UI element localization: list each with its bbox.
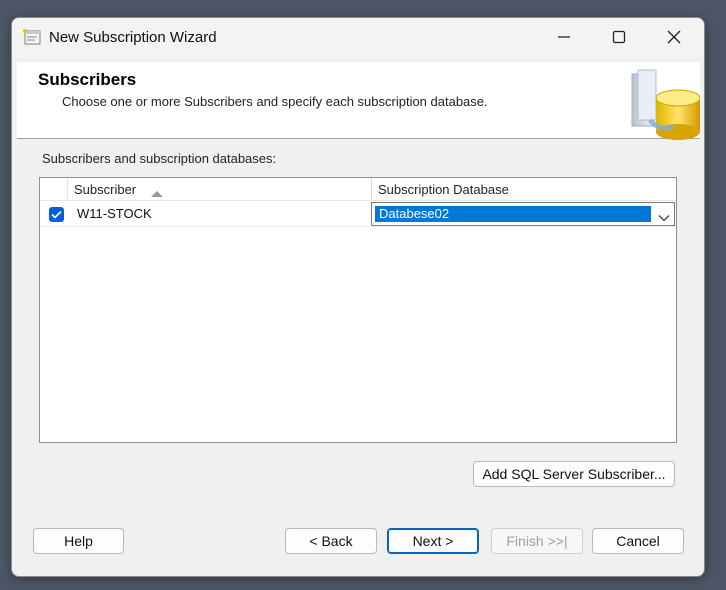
maximize-icon: [612, 30, 626, 44]
subscriber-checkbox[interactable]: [49, 207, 64, 222]
checkmark-icon: [51, 210, 62, 219]
next-button[interactable]: Next >: [387, 528, 479, 554]
cancel-button[interactable]: Cancel: [592, 528, 684, 554]
chevron-down-icon[interactable]: [658, 209, 670, 225]
page-subtitle: Choose one or more Subscribers and speci…: [62, 94, 488, 109]
window-title: New Subscription Wizard: [49, 29, 217, 46]
database-server-icon: [628, 68, 701, 140]
database-column-header[interactable]: Subscription Database: [372, 178, 676, 200]
back-button[interactable]: < Back: [285, 528, 377, 554]
minimize-icon: [558, 36, 570, 38]
page-title: Subscribers: [38, 70, 137, 89]
grid-header: Subscriber Subscription Database: [40, 178, 676, 201]
minimize-button[interactable]: [540, 18, 588, 56]
wizard-app-icon: [22, 28, 42, 46]
wizard-header: Subscribers Choose one or more Subscribe…: [17, 62, 701, 140]
wizard-window: New Subscription Wizard Subscribers Choo…: [11, 17, 705, 577]
sort-ascending-icon: [150, 185, 164, 201]
maximize-button[interactable]: [595, 18, 643, 56]
title-bar[interactable]: New Subscription Wizard: [12, 18, 704, 58]
finish-button[interactable]: Finish >>|: [491, 528, 583, 554]
help-button[interactable]: Help: [33, 528, 124, 554]
subscriber-column-header[interactable]: Subscriber: [67, 178, 372, 200]
subscriber-name: W11-STOCK: [77, 206, 152, 221]
table-row[interactable]: W11-STOCK Databese02: [40, 201, 676, 227]
close-button[interactable]: [650, 18, 698, 56]
subscription-database-dropdown[interactable]: Databese02: [371, 202, 675, 226]
close-icon: [667, 30, 681, 44]
selected-database: Databese02: [375, 206, 651, 222]
checkbox-column-header: [40, 178, 68, 200]
add-sql-server-subscriber-button[interactable]: Add SQL Server Subscriber...: [473, 461, 675, 487]
subscribers-grid-label: Subscribers and subscription databases:: [42, 151, 277, 166]
subscribers-grid[interactable]: Subscriber Subscription Database W11-STO…: [39, 177, 677, 443]
